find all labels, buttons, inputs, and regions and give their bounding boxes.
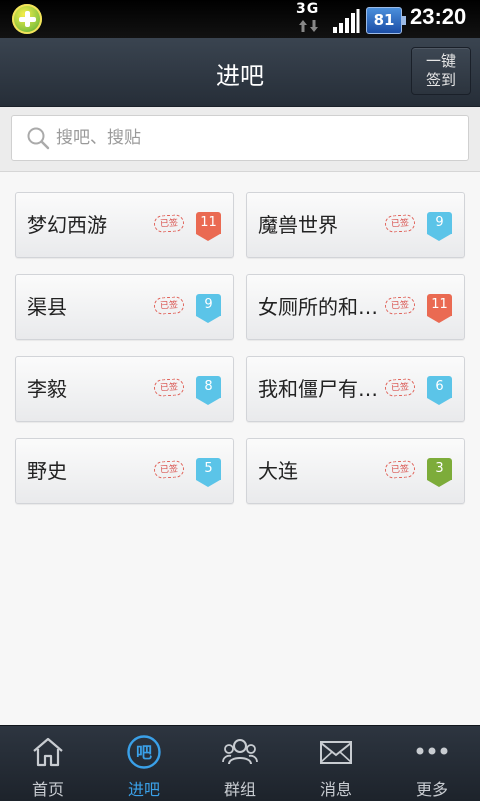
signed-stamp: 已签 xyxy=(153,460,185,479)
tab-label: 更多 xyxy=(415,780,448,799)
one-click-signin-button[interactable]: 一键 签到 xyxy=(411,47,471,95)
search-input[interactable] xyxy=(56,116,436,160)
forum-name: 梦幻西游 xyxy=(27,213,107,237)
level-badge: 6 xyxy=(427,376,452,405)
level-badge: 11 xyxy=(196,212,221,241)
tab-messages[interactable]: 消息 xyxy=(288,726,384,801)
level-badge: 8 xyxy=(196,376,221,405)
data-activity-icon xyxy=(299,20,318,32)
status-bar: 3G 81 23:20 xyxy=(0,0,480,38)
forum-card[interactable]: 梦幻西游 已签 11 xyxy=(15,192,234,258)
tab-group[interactable]: 群组 xyxy=(192,726,288,801)
forum-name: 女厕所的和… xyxy=(258,295,378,319)
signed-stamp: 已签 xyxy=(384,378,416,397)
signed-stamp: 已签 xyxy=(384,460,416,479)
more-icon xyxy=(416,747,448,755)
forum-name: 魔兽世界 xyxy=(258,213,338,237)
tab-label: 首页 xyxy=(31,780,64,799)
tab-label: 群组 xyxy=(223,780,256,799)
forum-card[interactable]: 我和僵尸有… 已签 6 xyxy=(246,356,465,422)
bar-icon: 吧 xyxy=(127,735,161,769)
title-bar: 进吧 一键 签到 xyxy=(0,38,480,107)
tab-label: 进吧 xyxy=(127,780,160,799)
signed-stamp: 已签 xyxy=(153,296,185,315)
battery-icon: 81 xyxy=(366,7,406,34)
network-type: 3G xyxy=(296,1,320,17)
search-icon xyxy=(27,127,50,150)
signin-label-line1: 一键 xyxy=(425,52,456,70)
tab-more[interactable]: 更多 xyxy=(384,726,480,801)
forum-card[interactable]: 大连 已签 3 xyxy=(246,438,465,504)
forum-card[interactable]: 魔兽世界 已签 9 xyxy=(246,192,465,258)
svg-text:吧: 吧 xyxy=(136,743,152,762)
page-title: 进吧 xyxy=(216,62,264,90)
level-badge: 3 xyxy=(427,458,452,487)
forum-card[interactable]: 野史 已签 5 xyxy=(15,438,234,504)
forum-name: 野史 xyxy=(27,459,67,483)
message-icon xyxy=(320,741,352,764)
forum-name: 我和僵尸有… xyxy=(258,377,378,401)
signin-label-line2: 签到 xyxy=(425,71,456,89)
level-badge: 9 xyxy=(427,212,452,241)
forum-card[interactable]: 李毅 已签 8 xyxy=(15,356,234,422)
forum-name: 大连 xyxy=(258,459,298,483)
forum-name: 渠县 xyxy=(27,295,67,319)
signal-icon xyxy=(333,9,360,33)
forum-name: 李毅 xyxy=(27,377,67,401)
level-badge: 5 xyxy=(196,458,221,487)
tab-bar[interactable]: 吧 进吧 xyxy=(96,726,192,801)
bottom-tab-bar: 首页 吧 进吧 群组 消息 更多 xyxy=(0,725,480,801)
group-icon xyxy=(222,739,258,765)
level-badge: 11 xyxy=(427,294,452,323)
signed-stamp: 已签 xyxy=(384,214,416,233)
level-badge: 9 xyxy=(196,294,221,323)
forum-card[interactable]: 女厕所的和… 已签 11 xyxy=(246,274,465,340)
signed-stamp: 已签 xyxy=(153,214,185,233)
clock: 23:20 xyxy=(410,4,467,29)
forum-card[interactable]: 渠县 已签 9 xyxy=(15,274,234,340)
signed-stamp: 已签 xyxy=(153,378,185,397)
security-app-icon xyxy=(12,4,42,34)
tab-label: 消息 xyxy=(319,780,352,799)
search-box[interactable] xyxy=(11,115,469,161)
tab-home[interactable]: 首页 xyxy=(0,726,96,801)
home-icon xyxy=(33,737,63,767)
signed-stamp: 已签 xyxy=(384,296,416,315)
search-bar xyxy=(0,107,480,172)
